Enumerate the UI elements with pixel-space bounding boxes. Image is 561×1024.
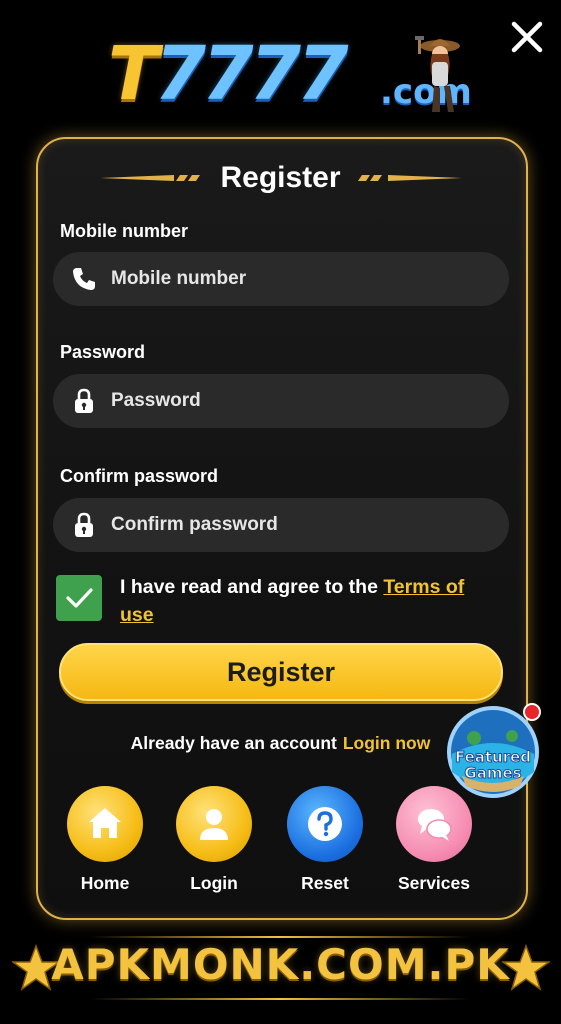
nav-services[interactable]: Services bbox=[384, 786, 484, 894]
register-button[interactable]: Register bbox=[59, 643, 503, 701]
confirm-password-input[interactable] bbox=[111, 498, 491, 552]
lock-icon bbox=[75, 388, 93, 413]
nav-home[interactable]: Home bbox=[55, 786, 155, 894]
mobile-field bbox=[53, 252, 509, 306]
panel-header: Register bbox=[0, 158, 561, 198]
nav-services-label: Services bbox=[397, 873, 470, 893]
question-icon bbox=[308, 807, 342, 841]
mobile-input[interactable] bbox=[111, 252, 491, 306]
nav-reset-label: Reset bbox=[301, 873, 349, 893]
login-now-link[interactable]: Login now bbox=[343, 733, 430, 753]
logo-digits: 7777 bbox=[154, 31, 348, 117]
watermark-banner: APKMONK.COM.PK bbox=[0, 936, 561, 1006]
confirm-password-field bbox=[53, 498, 509, 552]
password-input[interactable] bbox=[111, 374, 491, 428]
page-title: Register bbox=[220, 161, 341, 194]
user-icon bbox=[200, 809, 228, 840]
brand-logo: T7777 .com bbox=[108, 34, 488, 114]
password-field bbox=[53, 374, 509, 428]
checkmark-icon bbox=[66, 588, 93, 608]
nav-reset[interactable]: Reset bbox=[275, 786, 375, 894]
close-button[interactable] bbox=[508, 18, 546, 56]
nav-home-label: Home bbox=[80, 873, 130, 893]
home-icon bbox=[89, 808, 121, 838]
nav-login[interactable]: Login bbox=[164, 786, 264, 894]
confirm-password-label: Confirm password bbox=[60, 466, 219, 486]
watermark-text: APKMONK.COM.PK bbox=[51, 940, 510, 989]
star-icon bbox=[502, 944, 550, 991]
agree-text: I have read and agree to the bbox=[120, 576, 384, 598]
nav-login-label: Login bbox=[190, 873, 238, 893]
phone-icon bbox=[73, 268, 95, 290]
watermark-divider bbox=[90, 998, 470, 1000]
cowgirl-mascot-icon bbox=[415, 36, 460, 112]
lock-icon bbox=[75, 512, 93, 537]
login-question: Already have an account bbox=[130, 733, 337, 753]
agree-text-block: I have read and agree to the Terms of us… bbox=[120, 573, 480, 629]
logo-letter: T bbox=[108, 31, 159, 117]
title-decoration-right bbox=[358, 175, 462, 181]
mobile-label: Mobile number bbox=[60, 221, 189, 241]
watermark-divider bbox=[90, 936, 470, 938]
chat-icon bbox=[418, 809, 452, 841]
agree-checkbox[interactable] bbox=[56, 575, 102, 621]
close-icon bbox=[511, 21, 543, 53]
password-label: Password bbox=[60, 342, 146, 362]
featured-line2: Games bbox=[464, 764, 521, 782]
